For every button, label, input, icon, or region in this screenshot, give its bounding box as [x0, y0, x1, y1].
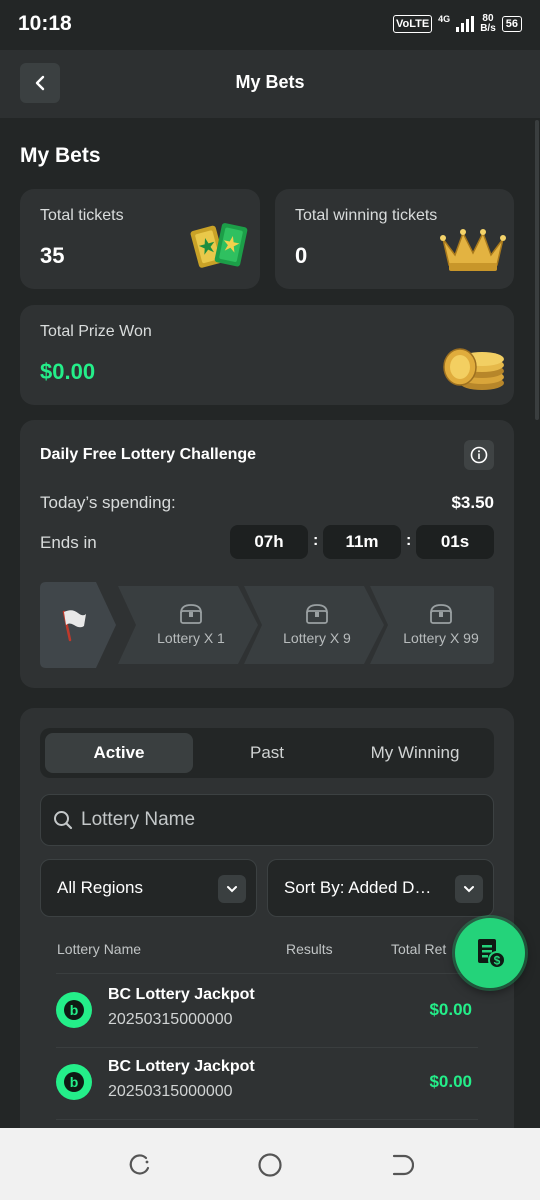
signal-icon	[456, 16, 475, 32]
divider	[56, 973, 478, 974]
step-lottery-x9: Lottery X 9	[262, 582, 372, 668]
colon: :	[406, 532, 412, 549]
challenge-progress: Lottery X 1 Lottery X 9 Lottery X 99	[40, 582, 494, 668]
sort-select-value: Sort By: Added D…	[284, 878, 432, 897]
status-bar: 10:18 VoLTE 4G 80 B/s 56	[0, 0, 540, 50]
section-title: My Bets	[20, 144, 101, 167]
spending-value: $3.50	[451, 493, 494, 512]
svg-text:b: b	[70, 1002, 79, 1018]
divider	[56, 1119, 478, 1120]
search-box	[40, 794, 494, 846]
search-icon	[54, 811, 73, 830]
total-prize-card: Total Prize Won $0.00	[20, 305, 514, 405]
total-prize-label: Total Prize Won	[40, 323, 152, 340]
col-lottery-name: Lottery Name	[57, 941, 142, 957]
total-winning-label: Total winning tickets	[295, 207, 438, 224]
home-icon	[258, 1153, 282, 1177]
chest-icon	[430, 604, 452, 624]
table-row[interactable]: b BC Lottery Jackpot 20250315000000 $0.0…	[20, 1048, 514, 1118]
lottery-name: BC Lottery Jackpot	[108, 1058, 255, 1075]
region-select-value: All Regions	[57, 878, 143, 897]
chevron-down-icon	[218, 875, 246, 903]
total-tickets-label: Total tickets	[40, 207, 124, 224]
step-lottery-x99: Lottery X 99	[388, 582, 494, 668]
ends-in-label: Ends in	[40, 533, 97, 552]
bets-list-card: Active Past My Winning All Regions Sort …	[20, 708, 514, 1148]
battery-icon: 56	[501, 16, 522, 32]
colon: :	[313, 532, 319, 549]
table-row[interactable]: b BC Lottery Jackpot 20250315000000 $0.0…	[20, 976, 514, 1046]
countdown-seconds: 01s	[416, 525, 494, 559]
chevron-down-icon	[455, 875, 483, 903]
daily-challenge-card: Daily Free Lottery Challenge Today’s spe…	[20, 420, 514, 688]
total-prize-value: $0.00	[40, 359, 96, 384]
volte-indicator: VoLTE	[392, 15, 433, 33]
total-tickets-value: 35	[40, 243, 65, 268]
bet-slip-button[interactable]: $	[455, 918, 525, 988]
tickets-icon	[190, 223, 248, 268]
svg-text:b: b	[70, 1074, 79, 1090]
status-time: 10:18	[18, 12, 72, 35]
lottery-name: BC Lottery Jackpot	[108, 986, 255, 1003]
challenge-title: Daily Free Lottery Challenge	[40, 446, 257, 463]
system-nav-bar	[0, 1128, 540, 1200]
flag-icon	[62, 610, 86, 642]
total-return: $0.00	[429, 1072, 472, 1091]
step-lottery-x1: Lottery X 1	[136, 582, 246, 668]
back-nav-button[interactable]	[386, 1150, 416, 1180]
home-button[interactable]	[255, 1150, 285, 1180]
recent-apps-icon	[129, 1154, 150, 1175]
countdown-minutes: 11m	[323, 525, 401, 559]
step-label: Lottery X 99	[403, 630, 479, 646]
total-winning-value: 0	[295, 243, 308, 268]
net-speed: 80 B/s	[480, 14, 496, 34]
col-results: Results	[286, 941, 333, 957]
search-input[interactable]	[81, 795, 481, 845]
info-icon	[470, 446, 488, 464]
scrollbar[interactable]	[535, 120, 539, 420]
network-gen: 4G	[438, 14, 451, 24]
step-label: Lottery X 9	[283, 630, 351, 646]
chest-icon	[306, 604, 328, 624]
info-button[interactable]	[464, 440, 494, 470]
spending-label: Today’s spending:	[40, 493, 176, 512]
col-total-return: Total Ret	[391, 941, 447, 957]
page-title: My Bets	[235, 72, 305, 92]
recent-apps-button[interactable]	[124, 1150, 154, 1180]
sort-select[interactable]: Sort By: Added D…	[267, 859, 494, 917]
coins-icon	[443, 348, 504, 390]
countdown-hours: 07h	[230, 525, 308, 559]
bet-slip-icon: $	[478, 939, 506, 969]
lottery-id: 20250315000000	[108, 1011, 233, 1028]
crown-icon	[440, 229, 506, 271]
app-header: My Bets	[0, 50, 540, 118]
bc-logo-icon: b	[56, 1064, 92, 1100]
chest-icon	[180, 604, 202, 624]
total-tickets-card: Total tickets 35	[20, 189, 260, 289]
bets-tabs: Active Past My Winning	[40, 728, 494, 778]
lottery-id: 20250315000000	[108, 1083, 233, 1100]
tab-my-winning[interactable]: My Winning	[341, 733, 489, 773]
status-icons: VoLTE 4G 80 B/s 56	[392, 14, 522, 34]
speed-unit: B/s	[480, 23, 496, 34]
back-nav-icon	[392, 1154, 414, 1176]
total-return: $0.00	[429, 1000, 472, 1019]
step-label: Lottery X 1	[157, 630, 225, 646]
region-select[interactable]: All Regions	[40, 859, 257, 917]
bc-logo-icon: b	[56, 992, 92, 1028]
total-winning-card: Total winning tickets 0	[275, 189, 514, 289]
tab-past[interactable]: Past	[193, 733, 341, 773]
svg-text:$: $	[494, 954, 501, 968]
tab-active[interactable]: Active	[45, 733, 193, 773]
